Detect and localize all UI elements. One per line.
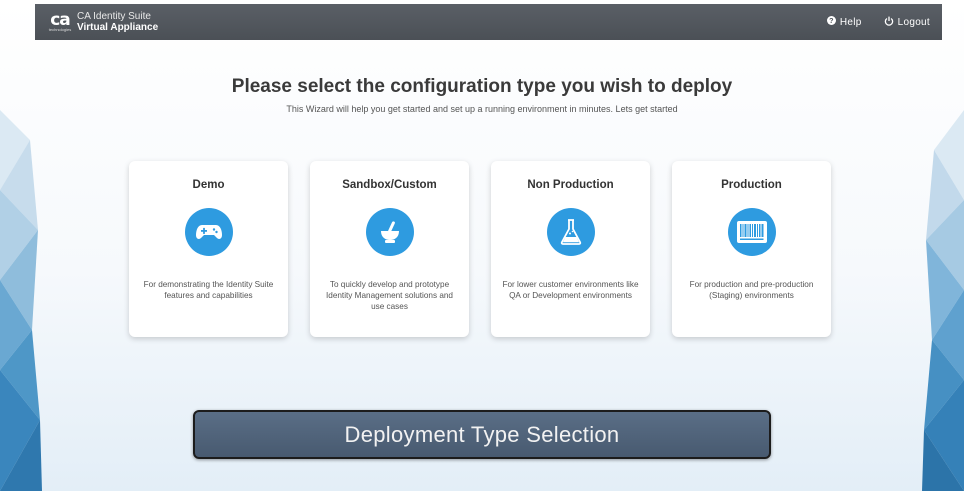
logout-label: Logout: [897, 16, 930, 28]
help-label: Help: [839, 16, 862, 28]
help-link[interactable]: ? Help: [826, 16, 862, 28]
card-title: Demo: [192, 179, 225, 191]
question-circle-icon: ?: [826, 16, 836, 28]
mortar-pestle-icon: [380, 221, 399, 243]
app-title: CA Identity Suite Virtual Appliance: [77, 11, 158, 33]
right-decorative-pattern: [922, 110, 964, 491]
logout-link[interactable]: Logout: [884, 16, 930, 29]
card-title: Production: [721, 179, 782, 191]
card-icon-circle: [365, 208, 414, 256]
caption-overlay: Deployment Type Selection: [193, 410, 771, 459]
nav-actions: ? Help Logout: [805, 16, 930, 29]
card-description: For demonstrating the Identity Suite fea…: [143, 280, 274, 300]
left-decorative-pattern: [0, 110, 42, 491]
barcode-icon: [736, 221, 767, 243]
page-title: Please select the configuration type you…: [231, 76, 733, 97]
card-icon-circle: [184, 208, 233, 256]
brand: ca technologies CA Identity Suite Virtua…: [49, 11, 158, 33]
card-icon-circle: [727, 208, 776, 256]
flask-icon: [560, 219, 581, 245]
card-title: Sandbox/Custom: [342, 179, 437, 191]
gamepad-icon: [195, 225, 222, 239]
card-description: To quickly develop and prototype Identit…: [326, 280, 453, 311]
app-frame: ca technologies CA Identity Suite Virtua…: [0, 0, 964, 491]
card-non-production[interactable]: Non Production For lower customer enviro…: [491, 161, 650, 337]
card-description: For production and pre-production (Stagi…: [689, 280, 814, 300]
power-icon: [884, 16, 894, 29]
card-production[interactable]: Production For production and pre-produc…: [672, 161, 831, 337]
top-navigation-bar: ca technologies CA Identity Suite Virtua…: [35, 4, 942, 40]
app-title-line1: CA Identity Suite: [77, 11, 151, 22]
ca-logo: ca technologies: [48, 9, 72, 32]
card-title: Non Production: [527, 179, 614, 191]
card-demo[interactable]: Demo For demonstrating the Identity Suit…: [129, 161, 288, 337]
card-description: For lower customer environments like QA …: [502, 280, 639, 300]
card-sandbox-custom[interactable]: Sandbox/Custom To quickly develop and pr…: [310, 161, 469, 337]
app-title-line2: Virtual Appliance: [77, 22, 159, 33]
svg-text:?: ?: [829, 16, 834, 25]
page-subtitle: This Wizard will help you get started an…: [286, 104, 678, 114]
card-icon-circle: [546, 208, 595, 256]
